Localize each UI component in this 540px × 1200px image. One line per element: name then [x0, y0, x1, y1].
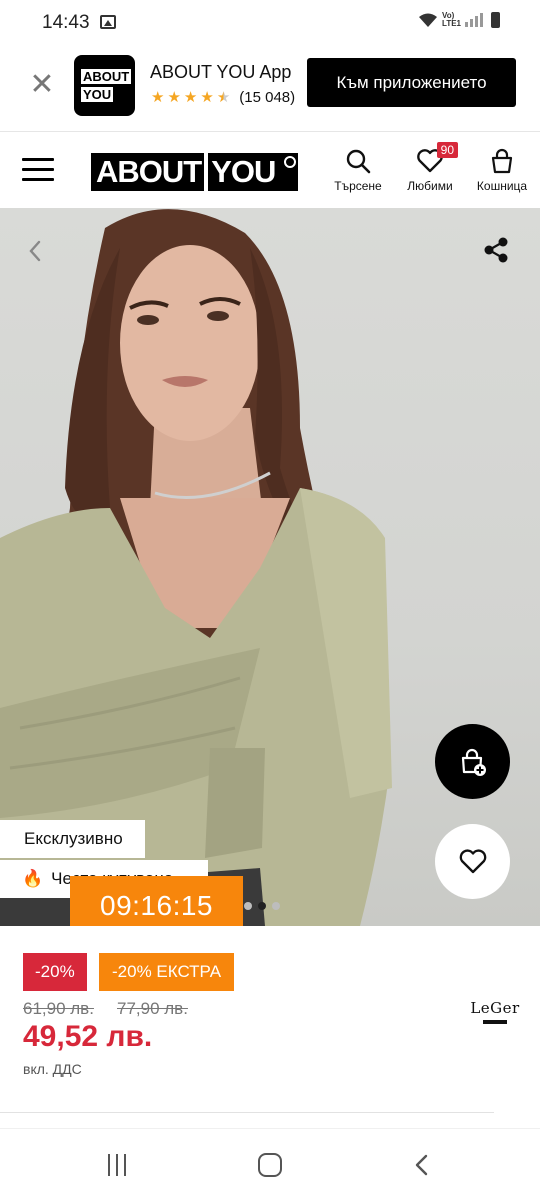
carousel-dot-active[interactable]: [258, 902, 266, 910]
logo-word-about: ABOUT: [96, 154, 202, 189]
app-logo: ABOUT YOU: [74, 55, 135, 116]
app-rating: ★ ★ ★ ★ ★ (15 048): [151, 89, 295, 106]
carousel-indicators: [244, 902, 280, 910]
bag-plus-icon: [461, 748, 486, 776]
price-section: -20% -20% ЕКСТРА 61,90 лв. 77,90 лв. 49,…: [0, 926, 540, 1126]
back-icon[interactable]: [410, 1153, 434, 1177]
half-star-icon: ★: [216, 89, 231, 106]
shopping-bag-icon: [491, 148, 513, 174]
cart-button[interactable]: Кошница: [467, 148, 537, 193]
brand-name: LeGer: [470, 999, 520, 1017]
search-button[interactable]: Търсене: [323, 148, 393, 193]
close-banner-icon[interactable]: ✕: [28, 70, 56, 100]
add-to-wishlist-button[interactable]: [435, 824, 510, 899]
discount-badge: -20%: [23, 953, 87, 991]
logo-word-you: YOU: [211, 154, 276, 189]
status-bar: 14:43 Vo) LTE1: [0, 0, 540, 44]
cart-label: Кошница: [476, 179, 528, 193]
search-label: Търсене: [334, 179, 382, 193]
heart-icon: [459, 848, 486, 873]
image-notification-icon: [100, 15, 116, 29]
star-icon: ★: [200, 89, 214, 106]
product-image-carousel[interactable]: Ексклузивно 🔥 Често купувано: [0, 208, 540, 926]
network-label: Vo) LTE1: [442, 11, 461, 28]
carousel-dot[interactable]: [244, 902, 252, 910]
site-header: ABOUT YOU Търсене 90 Любими Кошница: [0, 132, 540, 208]
favorites-button[interactable]: 90 Любими: [395, 142, 465, 193]
app-name: ABOUT YOU App: [150, 62, 292, 82]
logo-mark-icon: [284, 156, 297, 168]
star-icon: ★: [167, 89, 181, 106]
star-icon: ★: [151, 89, 165, 106]
share-icon[interactable]: [482, 236, 510, 264]
review-count: (15 048): [239, 89, 296, 106]
search-icon: [346, 149, 371, 174]
status-time: 14:43: [42, 12, 90, 33]
wifi-icon: [419, 13, 438, 27]
current-price: 49,52 лв.: [23, 1020, 153, 1053]
recent-apps-icon[interactable]: [108, 1154, 132, 1176]
carousel-dot[interactable]: [272, 902, 280, 910]
battery-icon: [491, 12, 500, 28]
app-logo-word-you: YOU: [81, 87, 114, 102]
home-icon[interactable]: [258, 1153, 282, 1177]
app-install-banner: ✕ ABOUT YOU ABOUT YOU App ★ ★ ★ ★ ★ (15 …: [0, 44, 540, 132]
favorites-count-badge: 90: [436, 142, 458, 158]
fire-icon: 🔥: [22, 869, 44, 888]
original-price: 61,90 лв.: [23, 999, 94, 1018]
signal-icon: [465, 13, 483, 27]
system-indicators: Vo) LTE1: [418, 12, 500, 28]
favorites-label: Любими: [407, 179, 453, 193]
system-navigation-bar: [0, 1128, 540, 1200]
app-logo-word-about: ABOUT: [81, 69, 132, 84]
site-logo[interactable]: ABOUT YOU: [91, 153, 299, 191]
star-icon: ★: [183, 89, 198, 106]
divider: [0, 1112, 494, 1113]
back-chevron-icon[interactable]: [22, 236, 46, 266]
menu-icon[interactable]: [22, 158, 54, 184]
extra-discount-badge: -20% ЕКСТРА: [99, 953, 235, 991]
brand-logo[interactable]: LeGer: [468, 999, 522, 1024]
vat-note: вкл. ДДС: [23, 1061, 82, 1077]
open-app-button[interactable]: Към приложението: [307, 58, 516, 107]
exclusive-tag: Ексклузивно: [0, 820, 145, 858]
recommended-retail-price: 77,90 лв.: [117, 999, 188, 1018]
product-photo: [0, 209, 392, 926]
add-to-bag-button[interactable]: [435, 724, 510, 799]
